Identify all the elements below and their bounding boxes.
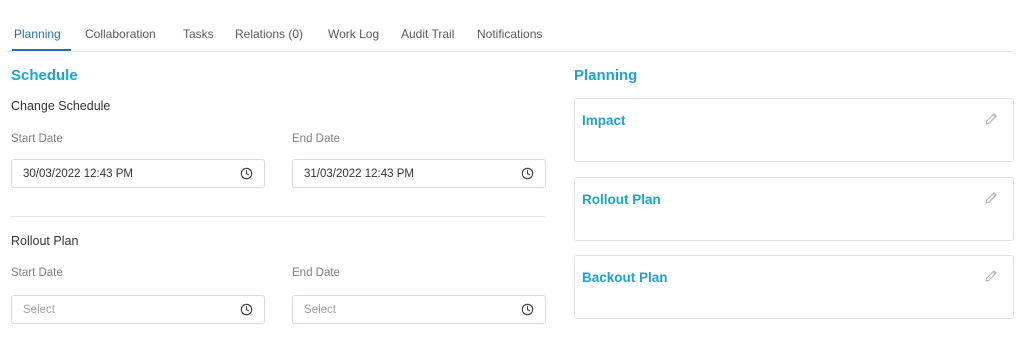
impact-card-title: Impact — [582, 113, 626, 128]
section-divider — [11, 216, 545, 217]
change-start-date-field[interactable]: 30/03/2022 12:43 PM — [11, 159, 265, 188]
rollout-plan-heading: Rollout Plan — [11, 234, 79, 248]
planning-heading: Planning — [574, 67, 638, 84]
pencil-icon[interactable] — [983, 268, 999, 284]
change-end-date-label: End Date — [292, 133, 340, 145]
rollout-plan-card: Rollout Plan — [574, 177, 1014, 241]
clock-icon[interactable] — [240, 167, 253, 180]
change-start-date-value: 30/03/2022 12:43 PM — [23, 168, 133, 180]
tab-planning[interactable]: Planning — [14, 27, 61, 41]
rollout-plan-card-title: Rollout Plan — [582, 192, 661, 207]
clock-icon[interactable] — [521, 303, 534, 316]
change-end-date-value: 31/03/2022 12:43 PM — [304, 168, 414, 180]
tab-notifications[interactable]: Notifications — [477, 27, 542, 41]
clock-icon[interactable] — [240, 303, 253, 316]
tab-relations[interactable]: Relations (0) — [235, 27, 303, 41]
pencil-icon[interactable] — [983, 190, 999, 206]
rollout-start-date-field[interactable]: Select — [11, 295, 265, 324]
backout-plan-card: Backout Plan — [574, 255, 1014, 319]
rollout-start-date-label: Start Date — [11, 267, 63, 279]
tab-bar: Planning Collaboration Tasks Relations (… — [6, 19, 1014, 52]
rollout-end-date-placeholder: Select — [304, 304, 336, 316]
tab-audit-trail[interactable]: Audit Trail — [401, 27, 454, 41]
change-start-date-label: Start Date — [11, 133, 63, 145]
change-end-date-field[interactable]: 31/03/2022 12:43 PM — [292, 159, 546, 188]
pencil-icon[interactable] — [983, 111, 999, 127]
clock-icon[interactable] — [521, 167, 534, 180]
impact-card: Impact — [574, 98, 1014, 162]
rollout-end-date-field[interactable]: Select — [292, 295, 546, 324]
tab-collaboration[interactable]: Collaboration — [85, 27, 156, 41]
tab-tasks[interactable]: Tasks — [183, 27, 214, 41]
tab-work-log[interactable]: Work Log — [328, 27, 379, 41]
rollout-end-date-label: End Date — [292, 267, 340, 279]
active-tab-indicator — [12, 49, 71, 51]
schedule-heading: Schedule — [11, 67, 78, 84]
rollout-start-date-placeholder: Select — [23, 304, 55, 316]
backout-plan-card-title: Backout Plan — [582, 270, 668, 285]
change-schedule-heading: Change Schedule — [11, 99, 111, 113]
